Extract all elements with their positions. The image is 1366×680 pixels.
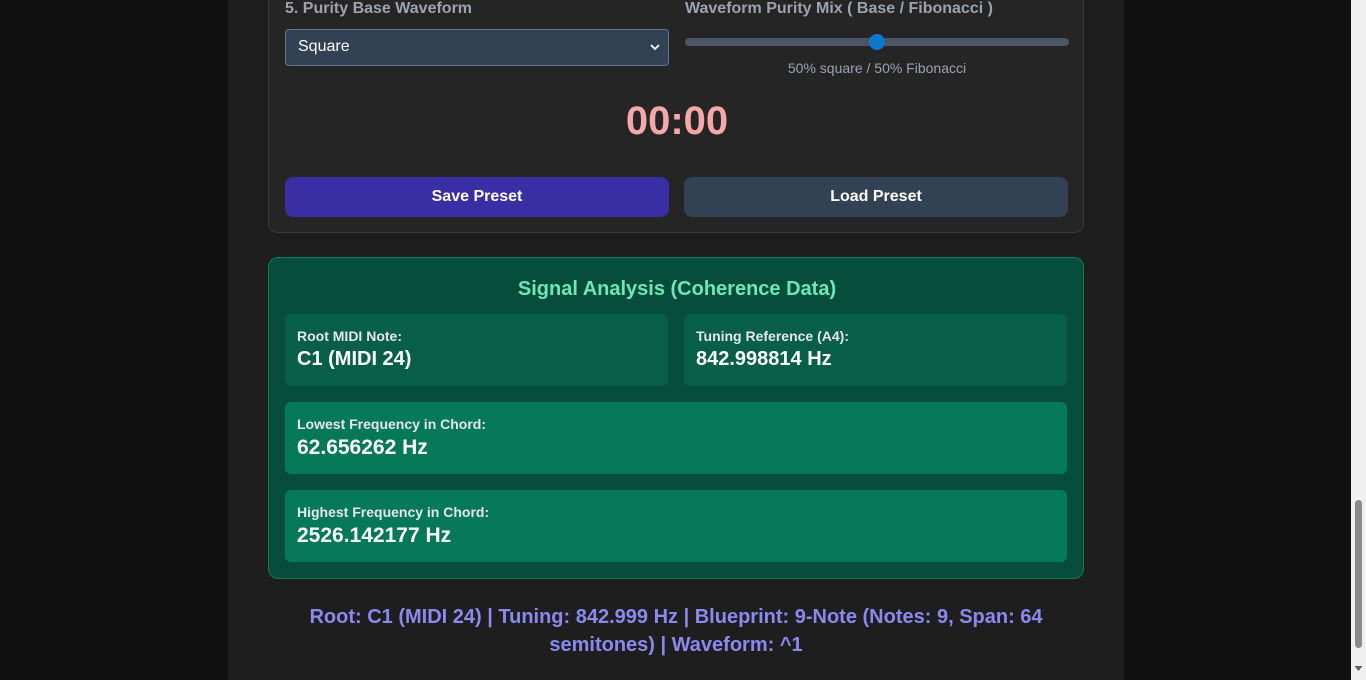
stat-label: Lowest Frequency in Chord: bbox=[297, 416, 487, 432]
stat-value: C1 (MIDI 24) bbox=[297, 348, 412, 370]
scrollbar-thumb[interactable] bbox=[1355, 500, 1362, 648]
stat-label: Root MIDI Note: bbox=[297, 328, 402, 344]
stat-value: 842.998814 Hz bbox=[696, 348, 832, 370]
waveform-label: 5. Purity Base Waveform bbox=[285, 0, 473, 17]
tuning-reference-stat: Tuning Reference (A4): 842.998814 Hz bbox=[684, 314, 1067, 386]
page: 5. Purity Base Waveform Square Waveform … bbox=[228, 0, 1124, 680]
save-preset-button[interactable]: Save Preset bbox=[285, 177, 669, 217]
status-summary: Root: C1 (MIDI 24) | Tuning: 842.999 Hz … bbox=[309, 606, 1043, 656]
stat-label: Highest Frequency in Chord: bbox=[297, 504, 490, 520]
vertical-scrollbar[interactable] bbox=[1351, 0, 1366, 680]
analysis-title: Signal Analysis (Coherence Data) bbox=[517, 278, 837, 300]
highest-frequency-stat: Highest Frequency in Chord: 2526.142177 … bbox=[285, 490, 1067, 562]
mix-label: Waveform Purity Mix ( Base / Fibonacci ) bbox=[685, 0, 993, 17]
root-note-stat: Root MIDI Note: C1 (MIDI 24) bbox=[285, 314, 668, 386]
slider-thumb[interactable] bbox=[869, 34, 885, 50]
load-preset-button[interactable]: Load Preset bbox=[684, 177, 1068, 217]
purity-mix-slider[interactable] bbox=[685, 34, 1069, 50]
controls-card: 5. Purity Base Waveform Square Waveform … bbox=[268, 0, 1084, 233]
stat-value: 2526.142177 Hz bbox=[297, 524, 452, 547]
lowest-frequency-stat: Lowest Frequency in Chord: 62.656262 Hz bbox=[285, 402, 1067, 474]
waveform-select-value: Square bbox=[298, 38, 350, 55]
chevron-down-icon bbox=[650, 44, 660, 51]
mix-caption: 50% square / 50% Fibonacci bbox=[787, 60, 967, 76]
scroll-down-arrow-icon[interactable] bbox=[1354, 664, 1363, 673]
signal-analysis-card: Signal Analysis (Coherence Data) Root MI… bbox=[268, 257, 1084, 579]
stat-label: Tuning Reference (A4): bbox=[696, 328, 849, 344]
waveform-select[interactable]: Square bbox=[285, 29, 669, 66]
timer-display: 00:00 bbox=[625, 99, 729, 143]
stat-value: 62.656262 Hz bbox=[297, 436, 428, 459]
